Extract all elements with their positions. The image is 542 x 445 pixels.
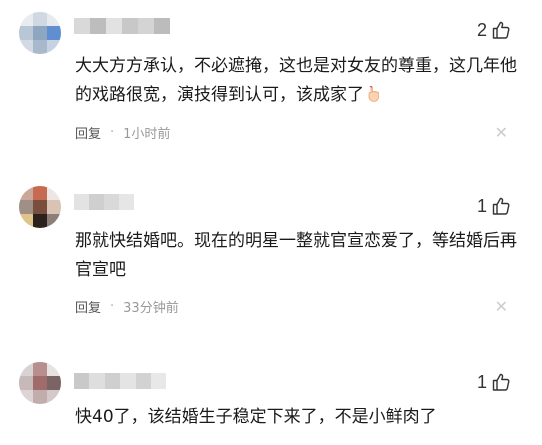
- like-count: 1: [476, 372, 487, 392]
- close-icon[interactable]: ✕: [495, 298, 508, 316]
- hand-emoji: [368, 85, 379, 102]
- avatar[interactable]: [19, 12, 61, 54]
- thumbs-up-icon: [492, 197, 510, 215]
- reply-button[interactable]: 回复: [75, 123, 101, 142]
- like-button[interactable]: 1: [477, 371, 511, 393]
- close-icon[interactable]: ✕: [495, 124, 508, 142]
- thumbs-up-icon: [492, 373, 510, 391]
- comment-item: 1 快40了，该结婚生子稳定下来了，不是小鲜肉了: [0, 346, 542, 445]
- comment-text: 快40了，该结婚生子稳定下来了，不是小鲜肉了: [75, 407, 437, 427]
- comment-meta: 回复 · 33分钟前: [75, 297, 179, 316]
- meta-separator: ·: [110, 298, 115, 314]
- like-count: 2: [476, 20, 487, 40]
- timestamp: 33分钟前: [123, 300, 179, 316]
- reply-button[interactable]: 回复: [75, 297, 101, 316]
- comment-meta: 回复 · 1小时前: [75, 123, 171, 142]
- username-blurred[interactable]: [74, 18, 170, 34]
- comment-text: 大大方方承认，不必遮掩，这也是对女友的尊重，这几年他的戏路很宽，演技得到认可，该…: [75, 56, 517, 105]
- avatar[interactable]: [19, 186, 61, 228]
- timestamp: 1小时前: [123, 126, 171, 142]
- avatar[interactable]: [19, 362, 61, 404]
- thumbs-up-icon: [492, 21, 510, 39]
- comment-item: 1 那就快结婚吧。现在的明星一整就官宣恋爱了，等结婚后再官宣吧 回复 · 33分…: [0, 172, 542, 346]
- like-button[interactable]: 1: [477, 195, 511, 217]
- comment-item: 2 大大方方承认，不必遮掩，这也是对女友的尊重，这几年他的戏路很宽，演技得到认可…: [0, 0, 542, 172]
- comment-text: 那就快结婚吧。现在的明星一整就官宣恋爱了，等结婚后再官宣吧: [75, 231, 517, 280]
- username-blurred[interactable]: [74, 194, 134, 210]
- like-button[interactable]: 2: [477, 19, 511, 41]
- like-count: 1: [476, 196, 487, 216]
- username-blurred[interactable]: [74, 373, 166, 389]
- meta-separator: ·: [110, 124, 115, 140]
